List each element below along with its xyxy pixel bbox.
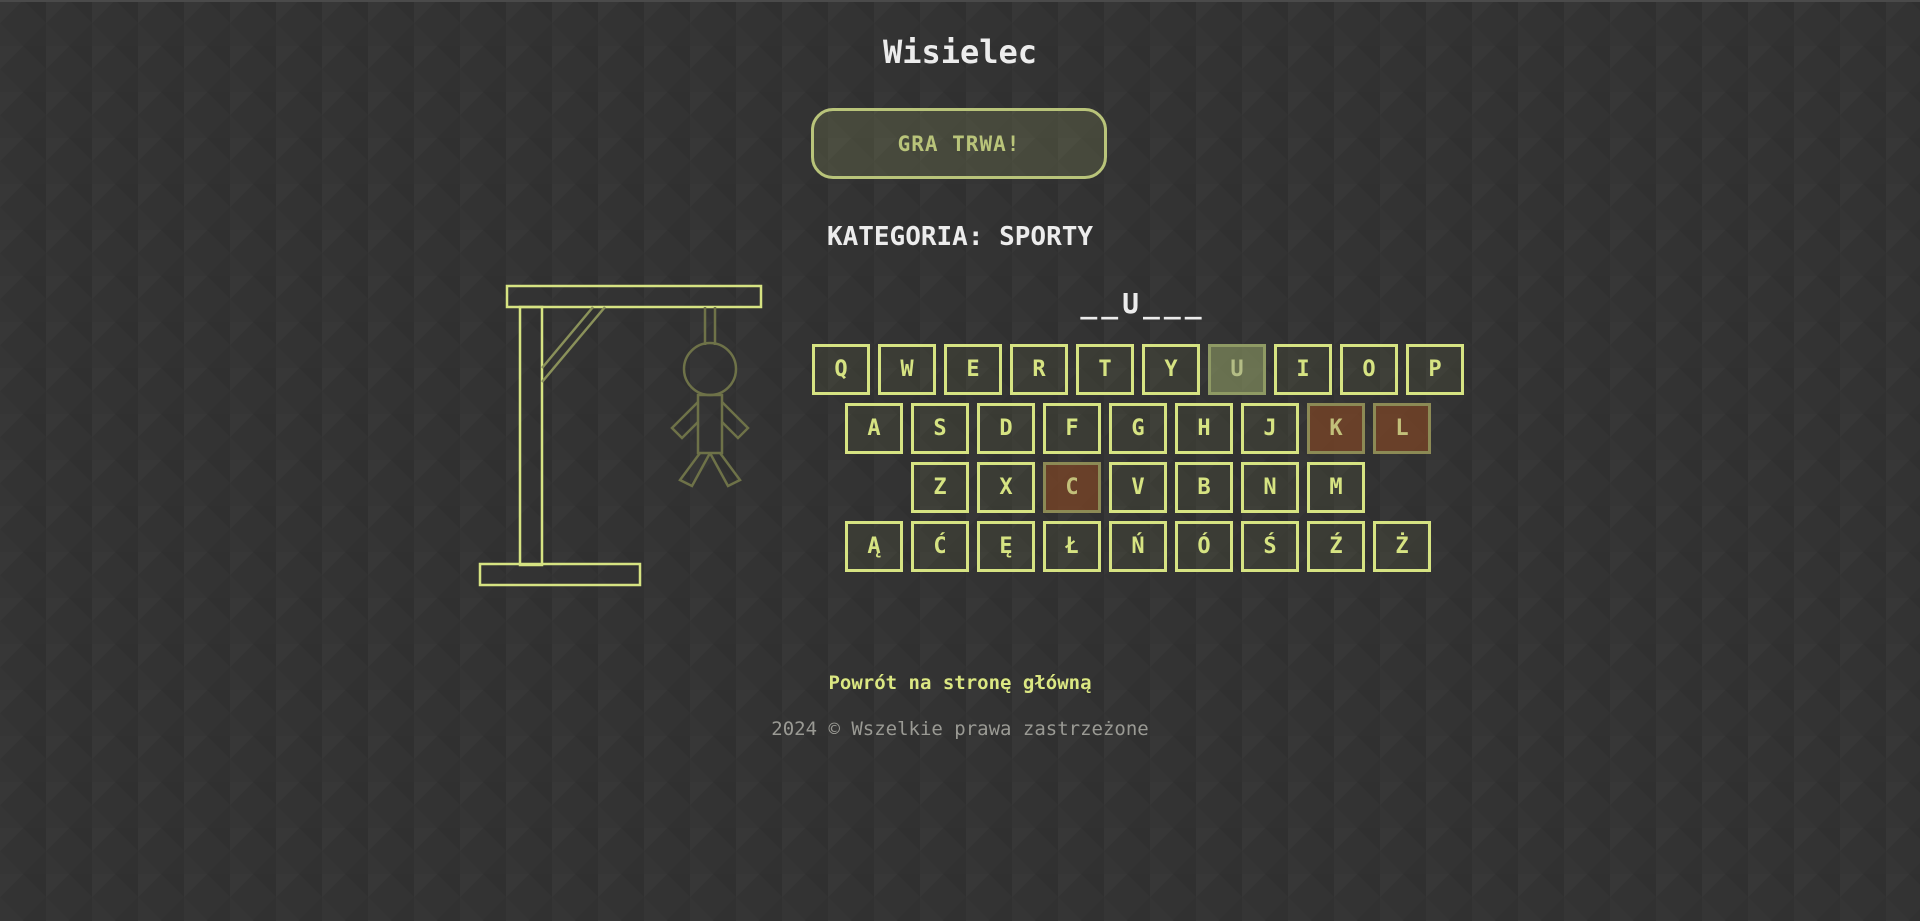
key-H[interactable]: H [1175,403,1233,454]
figure-head [682,341,738,397]
key-F[interactable]: F [1043,403,1101,454]
key-N[interactable]: N [1241,462,1299,513]
key-Z[interactable]: Z [911,462,969,513]
key-D[interactable]: D [977,403,1035,454]
keyboard-row-1: QWERTYUIOP [812,344,1464,395]
gallows-post [518,305,544,567]
keyboard-row-4: ĄĆĘŁŃÓŚŹŻ [845,521,1464,572]
key-Ł[interactable]: Ł [1043,521,1101,572]
key-Ź[interactable]: Ź [1307,521,1365,572]
key-L[interactable]: L [1373,403,1431,454]
hangman-figure [670,307,750,488]
figure-left-leg [678,452,712,488]
game-status-badge: GRA TRWA! [811,108,1107,179]
key-Q[interactable]: Q [812,344,870,395]
gallows-brace [541,306,606,383]
key-Ż[interactable]: Ż [1373,521,1431,572]
key-X[interactable]: X [977,462,1035,513]
category-label: KATEGORIA: SPORTY [826,222,1094,252]
key-Ś[interactable]: Ś [1241,521,1299,572]
key-Ć[interactable]: Ć [911,521,969,572]
key-E[interactable]: E [944,344,1002,395]
copyright-text: 2024 © Wszelkie prawa zastrzeżone [771,718,1149,740]
figure-body [696,393,724,455]
key-Ń[interactable]: Ń [1109,521,1167,572]
word-display: __U___ [1080,287,1206,320]
key-G[interactable]: G [1109,403,1167,454]
key-C[interactable]: C [1043,462,1101,513]
on-screen-keyboard: QWERTYUIOP ASDFGHJKL ZXCVBNM ĄĆĘŁŃÓŚŹŻ [812,344,1464,580]
key-V[interactable]: V [1109,462,1167,513]
figure-right-arm [721,401,750,440]
back-to-home-link[interactable]: Powrót na stronę główną [0,672,1920,694]
key-T[interactable]: T [1076,344,1134,395]
gallows-top-beam [505,284,763,309]
key-A[interactable]: A [845,403,903,454]
key-Ę[interactable]: Ę [977,521,1035,572]
key-I[interactable]: I [1274,344,1332,395]
key-U[interactable]: U [1208,344,1266,395]
top-border [0,0,1920,2]
key-S[interactable]: S [911,403,969,454]
gallows-base [478,562,642,587]
key-R[interactable]: R [1010,344,1068,395]
key-O[interactable]: O [1340,344,1398,395]
key-B[interactable]: B [1175,462,1233,513]
key-M[interactable]: M [1307,462,1365,513]
hangman-drawing [478,284,763,587]
gallows-structure [478,284,763,587]
figure-right-leg [708,452,742,488]
key-P[interactable]: P [1406,344,1464,395]
key-K[interactable]: K [1307,403,1365,454]
keyboard-row-3: ZXCVBNM [911,462,1464,513]
figure-left-arm [670,401,699,440]
page-title: Wisielec [882,33,1038,71]
key-Ą[interactable]: Ą [845,521,903,572]
key-J[interactable]: J [1241,403,1299,454]
key-Ó[interactable]: Ó [1175,521,1233,572]
key-Y[interactable]: Y [1142,344,1200,395]
key-W[interactable]: W [878,344,936,395]
keyboard-row-2: ASDFGHJKL [845,403,1464,454]
